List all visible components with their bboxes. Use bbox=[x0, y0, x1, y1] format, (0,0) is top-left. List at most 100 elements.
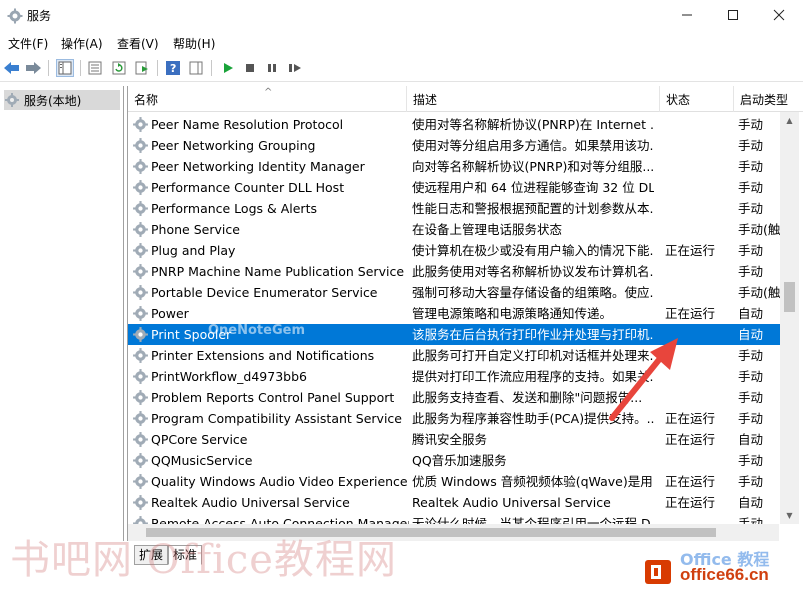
export-list-button[interactable] bbox=[133, 59, 151, 77]
close-button[interactable] bbox=[756, 0, 802, 30]
close-icon bbox=[773, 9, 785, 21]
services-list: 名称 ^ 描述 状态 启动类型 Peer Name Resolution Pro… bbox=[127, 86, 803, 541]
watermark-text: 书吧网 Office教程网 bbox=[10, 537, 397, 583]
service-startup-type: 手动(触 bbox=[738, 222, 780, 237]
action-pane-button[interactable] bbox=[187, 59, 205, 77]
window-title: 服务 bbox=[27, 9, 52, 23]
forward-arrow-icon bbox=[26, 62, 41, 74]
service-name: Plug and Play bbox=[151, 243, 236, 258]
tree-item-services-local[interactable]: 服务(本地) bbox=[4, 90, 120, 110]
service-description: 使远程用户和 64 位进程能够查询 32 位 DL... bbox=[412, 180, 654, 195]
service-status: 正在运行 bbox=[665, 432, 716, 447]
service-row[interactable]: Power 管理电源策略和电源策略通知传递。 正在运行 自动 bbox=[128, 303, 780, 324]
service-description: 向对等名称解析协议(PNRP)和对等分组服... bbox=[412, 159, 654, 174]
service-status bbox=[665, 219, 735, 240]
help-button[interactable]: ? bbox=[164, 59, 182, 77]
gear-icon bbox=[133, 474, 148, 489]
service-name: Program Compatibility Assistant Service bbox=[151, 411, 402, 426]
show-hide-tree-button[interactable] bbox=[56, 59, 74, 77]
column-header-description[interactable]: 描述 bbox=[407, 86, 660, 112]
restart-service-button[interactable] bbox=[286, 59, 304, 77]
service-status bbox=[665, 114, 735, 135]
toolbar-separator bbox=[80, 60, 81, 76]
tree-item-label: 服务(本地) bbox=[24, 93, 82, 108]
menu-help[interactable]: 帮助(H) bbox=[173, 35, 215, 52]
service-status bbox=[665, 261, 735, 282]
service-row[interactable]: Quality Windows Audio Video Experience 优质… bbox=[128, 471, 780, 492]
service-startup-type: 手动(触 bbox=[738, 285, 780, 300]
gear-icon bbox=[133, 117, 148, 132]
service-description: 腾讯安全服务 bbox=[412, 432, 488, 447]
service-name: Peer Name Resolution Protocol bbox=[151, 117, 344, 132]
scroll-up-icon[interactable]: ▲ bbox=[780, 112, 799, 129]
menu-action[interactable]: 操作(A) bbox=[61, 35, 103, 52]
service-name: PrintWorkflow_d4973bb6 bbox=[151, 369, 307, 384]
gear-icon bbox=[133, 453, 148, 468]
service-description: 使用对等名称解析协议(PNRP)在 Internet ... bbox=[412, 117, 654, 132]
service-row[interactable]: PNRP Machine Name Publication Service 此服务… bbox=[128, 261, 780, 282]
service-row[interactable]: Plug and Play 使计算机在极少或没有用户输入的情况下能... 正在运行 手… bbox=[128, 240, 780, 261]
action-pane-icon bbox=[189, 61, 203, 75]
stop-service-button[interactable] bbox=[241, 59, 259, 77]
toolbar-separator bbox=[157, 60, 158, 76]
service-name: Phone Service bbox=[151, 222, 240, 237]
pause-service-button[interactable] bbox=[263, 59, 281, 77]
service-row[interactable]: Phone Service 在设备上管理电话服务状态 手动(触 bbox=[128, 219, 780, 240]
list-icon bbox=[88, 61, 102, 75]
service-startup-type: 手动 bbox=[738, 201, 764, 216]
service-name: Peer Networking Grouping bbox=[151, 138, 316, 153]
forward-button[interactable] bbox=[24, 59, 42, 77]
service-status: 正在运行 bbox=[665, 306, 716, 321]
back-button[interactable] bbox=[3, 59, 21, 77]
refresh-button[interactable] bbox=[110, 59, 128, 77]
minimize-icon bbox=[682, 14, 692, 16]
restart-icon bbox=[289, 64, 301, 72]
service-startup-type: 自动 bbox=[738, 432, 764, 447]
service-description: 此服务使用对等名称解析协议发布计算机名... bbox=[412, 264, 654, 279]
title-bar: 服务 bbox=[0, 0, 803, 31]
minimize-button[interactable] bbox=[664, 0, 710, 30]
service-row[interactable]: Performance Logs & Alerts 性能日志和警报根据预配置的计划… bbox=[128, 198, 780, 219]
start-service-button[interactable] bbox=[219, 59, 237, 77]
service-description: 性能日志和警报根据预配置的计划参数从本... bbox=[412, 201, 654, 216]
service-startup-type: 手动 bbox=[738, 390, 764, 405]
menu-view[interactable]: 查看(V) bbox=[117, 35, 159, 52]
vertical-scrollbar[interactable]: ▲ ▼ bbox=[780, 112, 799, 524]
column-label: 描述 bbox=[413, 92, 438, 107]
service-status bbox=[665, 198, 735, 219]
service-startup-type: 手动 bbox=[738, 369, 764, 384]
maximize-button[interactable] bbox=[710, 0, 756, 30]
maximize-icon bbox=[728, 10, 738, 20]
service-status: 正在运行 bbox=[665, 495, 716, 510]
scroll-down-icon[interactable]: ▼ bbox=[780, 507, 799, 524]
back-arrow-icon bbox=[4, 62, 19, 74]
column-header-startup-type[interactable]: 启动类型 bbox=[734, 86, 803, 112]
column-header-status[interactable]: 状态 bbox=[660, 86, 734, 112]
properties-list-button[interactable] bbox=[86, 59, 104, 77]
service-startup-type: 手动 bbox=[738, 453, 764, 468]
gear-icon bbox=[133, 201, 148, 216]
service-row[interactable]: Peer Name Resolution Protocol 使用对等名称解析协议(… bbox=[128, 114, 780, 135]
service-row[interactable]: Portable Device Enumerator Service 强制可移动大… bbox=[128, 282, 780, 303]
menu-file[interactable]: 文件(F) bbox=[8, 35, 48, 52]
gear-icon bbox=[133, 138, 148, 153]
service-row[interactable]: Peer Networking Identity Manager 向对等名称解析协… bbox=[128, 156, 780, 177]
scroll-thumb[interactable] bbox=[784, 282, 795, 312]
service-name: Problem Reports Control Panel Support bbox=[151, 390, 395, 405]
service-row[interactable]: Performance Counter DLL Host 使远程用户和 64 位进… bbox=[128, 177, 780, 198]
service-startup-type: 自动 bbox=[738, 495, 764, 510]
service-status bbox=[665, 177, 735, 198]
service-name: Power bbox=[151, 306, 189, 321]
service-name: Peer Networking Identity Manager bbox=[151, 159, 365, 174]
gear-icon bbox=[133, 306, 148, 321]
gear-icon bbox=[133, 222, 148, 237]
service-startup-type: 自动 bbox=[738, 306, 764, 321]
service-row[interactable]: Realtek Audio Universal Service Realtek A… bbox=[128, 492, 780, 513]
service-description: 在设备上管理电话服务状态 bbox=[412, 222, 563, 237]
service-row[interactable]: Peer Networking Grouping 使用对等分组启用多方通信。如果禁… bbox=[128, 135, 780, 156]
gear-icon bbox=[133, 285, 148, 300]
service-name: Performance Logs & Alerts bbox=[151, 201, 317, 216]
service-row[interactable]: QPCore Service 腾讯安全服务 正在运行 自动 bbox=[128, 429, 780, 450]
service-row[interactable]: QQMusicService QQ音乐加速服务 手动 bbox=[128, 450, 780, 471]
watermark-text: OneNoteGem bbox=[208, 323, 305, 338]
